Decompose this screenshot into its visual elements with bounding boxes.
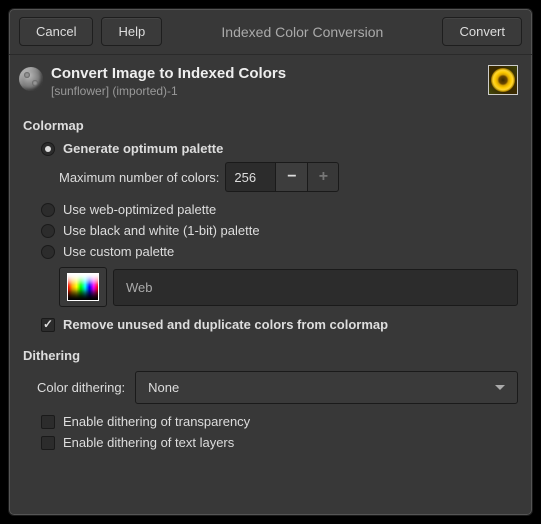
help-button[interactable]: Help	[101, 17, 162, 46]
checkbox-dither-text[interactable]	[41, 436, 55, 450]
header-text: Convert Image to Indexed Colors [sunflow…	[51, 65, 480, 98]
decrement-button[interactable]: −	[275, 162, 307, 192]
custom-palette-row	[59, 267, 518, 307]
palette-swatch-icon	[67, 273, 99, 301]
color-dithering-label: Color dithering:	[37, 380, 125, 395]
convert-button[interactable]: Convert	[442, 17, 522, 46]
max-colors-input[interactable]	[225, 162, 275, 192]
increment-button[interactable]: +	[307, 162, 339, 192]
option-custom-palette[interactable]: Use custom palette	[41, 244, 518, 259]
option-bw-palette[interactable]: Use black and white (1-bit) palette	[41, 223, 518, 238]
dither-transparency-label: Enable dithering of transparency	[63, 414, 250, 429]
radio-generate-palette[interactable]	[41, 142, 55, 156]
max-colors-stepper: − +	[275, 162, 339, 192]
remove-unused-label: Remove unused and duplicate colors from …	[63, 317, 388, 332]
indexed-color-dialog: Cancel Help Indexed Color Conversion Con…	[8, 8, 533, 516]
bw-palette-label: Use black and white (1-bit) palette	[63, 223, 260, 238]
color-dithering-dropdown[interactable]: None	[135, 371, 518, 404]
radio-custom-palette[interactable]	[41, 245, 55, 259]
dither-text-label: Enable dithering of text layers	[63, 435, 234, 450]
checkbox-remove-unused[interactable]	[41, 318, 55, 332]
radio-bw-palette[interactable]	[41, 224, 55, 238]
palette-chooser-button[interactable]	[59, 267, 107, 307]
palette-name-input[interactable]	[113, 269, 518, 306]
radio-web-palette[interactable]	[41, 203, 55, 217]
option-generate-palette[interactable]: Generate optimum palette	[41, 141, 518, 156]
checkbox-dither-transparency[interactable]	[41, 415, 55, 429]
dithering-value: None	[148, 380, 179, 395]
image-name: [sunflower] (imported)-1	[51, 84, 480, 98]
max-colors-label: Maximum number of colors:	[59, 170, 219, 185]
custom-palette-label: Use custom palette	[63, 244, 174, 259]
app-icon	[19, 67, 43, 91]
max-colors-spinbox: − +	[225, 162, 339, 192]
option-dither-transparency[interactable]: Enable dithering of transparency	[41, 414, 518, 429]
cancel-button[interactable]: Cancel	[19, 17, 93, 46]
option-web-palette[interactable]: Use web-optimized palette	[41, 202, 518, 217]
option-remove-unused[interactable]: Remove unused and duplicate colors from …	[41, 317, 518, 332]
heading: Convert Image to Indexed Colors	[51, 65, 480, 82]
option-dither-text[interactable]: Enable dithering of text layers	[41, 435, 518, 450]
dialog-title: Indexed Color Conversion	[170, 24, 434, 40]
chevron-down-icon	[495, 385, 505, 390]
dialog-header: Convert Image to Indexed Colors [sunflow…	[9, 55, 532, 106]
dialog-body: Colormap Generate optimum palette Maximu…	[9, 106, 532, 470]
colormap-section-label: Colormap	[23, 118, 518, 133]
max-colors-row: Maximum number of colors: − +	[59, 162, 518, 192]
dithering-section-label: Dithering	[23, 348, 518, 363]
color-dithering-row: Color dithering: None	[37, 371, 518, 404]
web-palette-label: Use web-optimized palette	[63, 202, 216, 217]
titlebar: Cancel Help Indexed Color Conversion Con…	[9, 9, 532, 55]
generate-palette-label: Generate optimum palette	[63, 141, 223, 156]
image-thumbnail	[488, 65, 518, 95]
